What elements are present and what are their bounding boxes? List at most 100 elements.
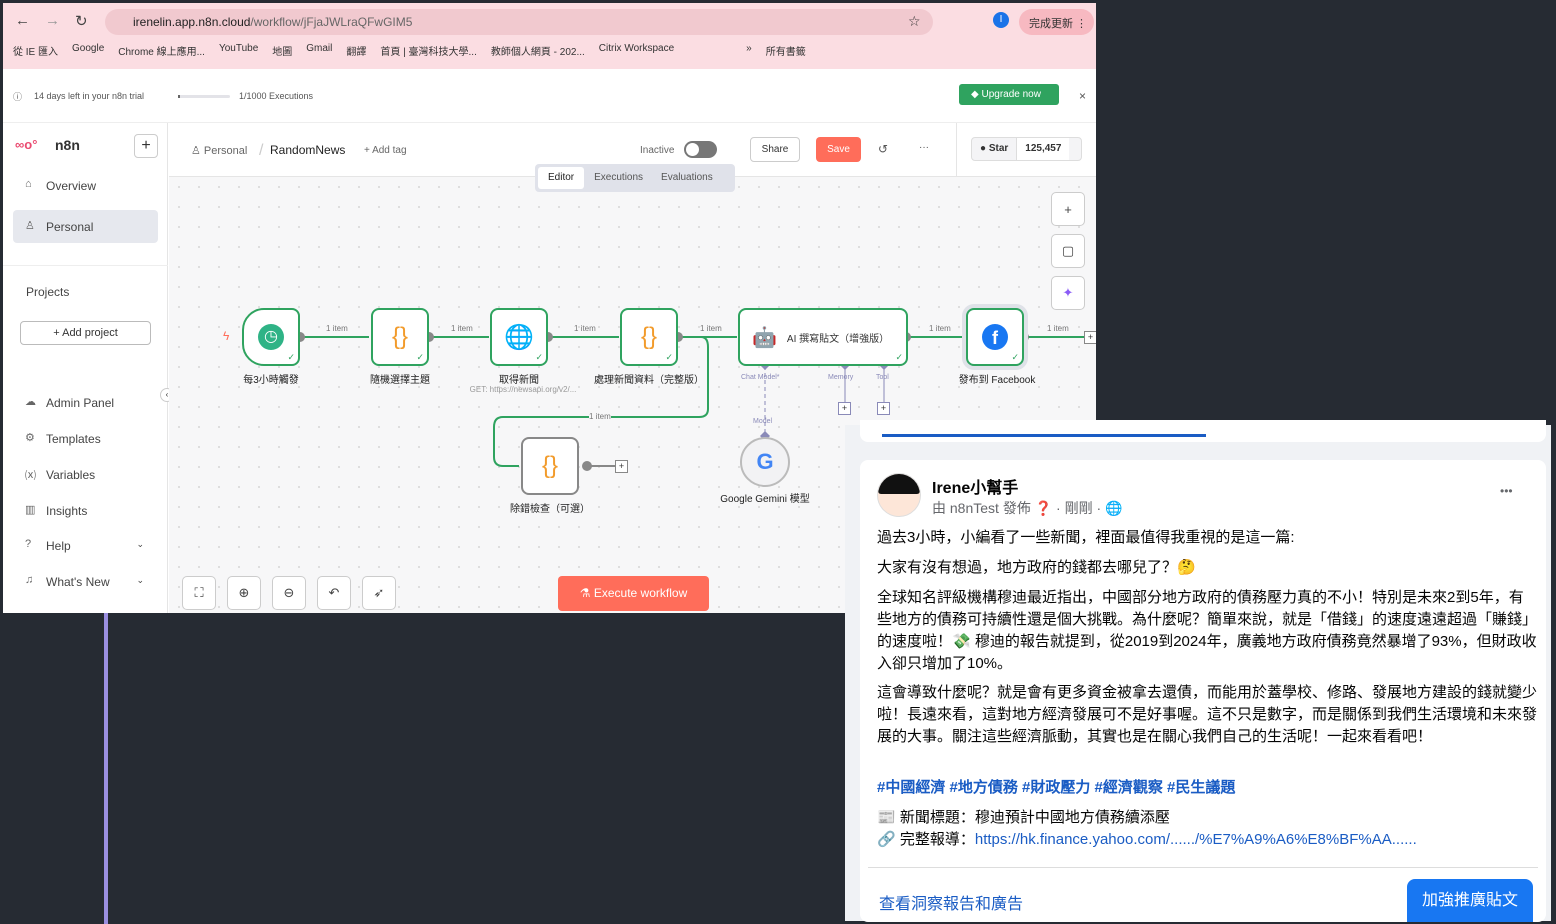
- bookmark[interactable]: 地圖: [272, 43, 292, 58]
- news-title: 📰 新聞標題：穆迪預計中國地方債務續添壓: [877, 809, 1170, 826]
- bookmark-all[interactable]: 所有書籤: [766, 43, 806, 58]
- insights-link[interactable]: 查看洞察報告和廣告: [879, 890, 1023, 914]
- previous-card: [860, 420, 1546, 442]
- divider: [868, 867, 1538, 868]
- execute-workflow-button[interactable]: ⚗ Execute workflow: [558, 576, 709, 611]
- avatar[interactable]: [877, 473, 921, 517]
- bookmark[interactable]: Chrome 線上應用...: [118, 43, 205, 58]
- node-label: 隨機選擇主題: [370, 375, 430, 386]
- link-label: 完整報導：: [899, 831, 975, 848]
- bookmark[interactable]: 翻譯: [346, 43, 366, 58]
- share-button[interactable]: Share: [750, 137, 800, 162]
- breadcrumb-project[interactable]: ♙ Personal: [191, 144, 247, 157]
- update-button[interactable]: 完成更新 ⋮: [1019, 9, 1094, 35]
- sidebar-item-templates[interactable]: ⚙ Templates: [13, 424, 158, 454]
- post-meta: 由 n8nTest 發佈 ❓ · 剛剛 · 🌐: [932, 500, 1123, 516]
- post-author[interactable]: Irene小幫手: [932, 474, 1018, 498]
- node-ai-agent[interactable]: 🤖 AI 撰寫貼文（增強版） ✓: [738, 308, 908, 366]
- post-time[interactable]: 剛剛: [1065, 500, 1093, 516]
- zoom-in-icon[interactable]: ⊕: [227, 576, 261, 610]
- news-link-line: 🔗 完整報導：https://hk.finance.yahoo.com/....…: [877, 831, 1417, 848]
- node-process-news[interactable]: {} ✓: [620, 308, 678, 366]
- profile-avatar[interactable]: I: [993, 12, 1009, 28]
- sidebar-item-label: Personal: [46, 220, 94, 234]
- trial-text: 14 days left in your n8n trial: [34, 91, 145, 101]
- sidebar-item-overview[interactable]: ⌂ Overview: [13, 171, 158, 201]
- sidebar-item-help[interactable]: ? Help ⌄: [13, 531, 158, 561]
- history-icon[interactable]: ↺: [878, 142, 888, 156]
- divider: [956, 123, 957, 177]
- executions-count: 1/1000 Executions: [239, 91, 314, 101]
- more-options-icon[interactable]: ···: [919, 142, 929, 153]
- sidebar-item-admin-panel[interactable]: ☁ Admin Panel: [13, 388, 158, 418]
- globe-icon: 🌐: [504, 323, 534, 351]
- ai-assistant-icon[interactable]: ✦: [1051, 276, 1085, 310]
- post-paragraph: 大家有沒有想過，地方政府的錢都去哪兒了？🤔: [877, 559, 1196, 576]
- update-label: 完成更新: [1029, 18, 1073, 30]
- sidebar: ∞o° n8n + ⌂ Overview ♙ Personal Projects +…: [3, 123, 174, 613]
- bookmark[interactable]: YouTube: [219, 43, 258, 58]
- workflow-name[interactable]: RandomNews: [270, 143, 345, 157]
- close-banner-icon[interactable]: ×: [1079, 89, 1086, 103]
- bookmark[interactable]: 教師個人網頁 - 202...: [491, 43, 585, 58]
- node-schedule-trigger[interactable]: ◷ ✓: [242, 308, 300, 366]
- sidebar-item-label: Templates: [46, 432, 101, 446]
- node-debug-check[interactable]: {}: [521, 437, 579, 495]
- port-label: Model: [753, 418, 773, 425]
- sidebar-item-label: Help: [46, 539, 71, 553]
- post-hashtags[interactable]: #中國經濟 #地方債務 #財政壓力 #經濟觀察 #民生議題: [877, 777, 1537, 799]
- variables-icon: ⒳: [25, 470, 36, 482]
- bookmark[interactable]: 從 IE 匯入: [13, 43, 58, 58]
- add-tag-link[interactable]: + Add tag: [364, 145, 407, 156]
- sidebar-item-personal[interactable]: ♙ Personal: [13, 210, 158, 243]
- node-get-news[interactable]: 🌐 ✓: [490, 308, 548, 366]
- edge-label: 1 item: [326, 324, 348, 333]
- zoom-in-button[interactable]: +: [1051, 192, 1085, 226]
- reload-icon[interactable]: ↻: [75, 12, 88, 30]
- add-node-button[interactable]: +: [1084, 331, 1096, 344]
- bookmark[interactable]: Google: [72, 43, 104, 58]
- active-toggle[interactable]: [684, 141, 717, 158]
- tidy-up-icon[interactable]: ➶: [362, 576, 396, 610]
- star-bookmark-icon[interactable]: ☆: [908, 13, 921, 30]
- node-label: 取得新聞: [499, 375, 539, 386]
- sidebar-item-variables[interactable]: ⒳ Variables: [13, 460, 158, 490]
- add-memory-button[interactable]: +: [838, 402, 851, 415]
- boost-post-button[interactable]: 加強推廣貼文: [1407, 879, 1533, 922]
- save-button[interactable]: Save: [816, 137, 861, 162]
- sticky-note-icon[interactable]: ▢: [1051, 234, 1085, 268]
- upgrade-button[interactable]: ◆ Upgrade now: [959, 84, 1059, 105]
- add-node-button[interactable]: +: [615, 460, 628, 473]
- sidebar-item-label: Admin Panel: [46, 396, 115, 410]
- fit-view-icon[interactable]: ⛶: [182, 576, 216, 610]
- globe-icon: 🌐: [1105, 500, 1123, 516]
- node-subtitle: GET: https://newsapi.org/v2/...: [469, 385, 577, 394]
- chevron-down-icon: ⌄: [136, 539, 144, 549]
- sidebar-item-insights[interactable]: ▥ Insights: [13, 496, 158, 526]
- url-path: /workflow/jFjaJWLraQFwGIM5: [250, 15, 413, 29]
- cloud-icon: ☁: [25, 396, 36, 408]
- url-host: irenelin.app.n8n.cloud: [133, 15, 251, 29]
- forward-icon[interactable]: →: [45, 12, 60, 29]
- node-facebook[interactable]: f ✓: [966, 308, 1024, 366]
- chevron-down-icon: ⌄: [136, 575, 144, 585]
- bookmark[interactable]: 首頁 | 臺灣科技大學...: [380, 43, 477, 58]
- back-icon[interactable]: ←: [15, 12, 30, 29]
- github-star-button[interactable]: ● Star 125,457: [971, 137, 1082, 161]
- post-more-button[interactable]: •••: [1500, 484, 1513, 498]
- bookmark[interactable]: Gmail: [306, 43, 332, 58]
- undo-icon[interactable]: ↶: [317, 576, 351, 610]
- add-tool-button[interactable]: +: [877, 402, 890, 415]
- sidebar-item-label: Overview: [46, 179, 97, 193]
- news-link[interactable]: https://hk.finance.yahoo.com/....../%E7%…: [975, 831, 1417, 848]
- sidebar-item-whats-new[interactable]: ♫ What's New ⌄: [13, 567, 158, 597]
- node-random-topic[interactable]: {} ✓: [371, 308, 429, 366]
- port-label: Chat Model*: [741, 374, 780, 381]
- address-bar[interactable]: irenelin.app.n8n.cloud/workflow/jFjaJWLr…: [105, 9, 933, 35]
- add-project-button[interactable]: + Add project: [20, 321, 151, 345]
- more-bookmarks[interactable]: »: [746, 43, 752, 58]
- create-button[interactable]: +: [134, 134, 158, 158]
- node-google-gemini[interactable]: G: [740, 437, 790, 487]
- bookmark[interactable]: Citrix Workspace: [599, 43, 674, 58]
- zoom-out-icon[interactable]: ⊖: [272, 576, 306, 610]
